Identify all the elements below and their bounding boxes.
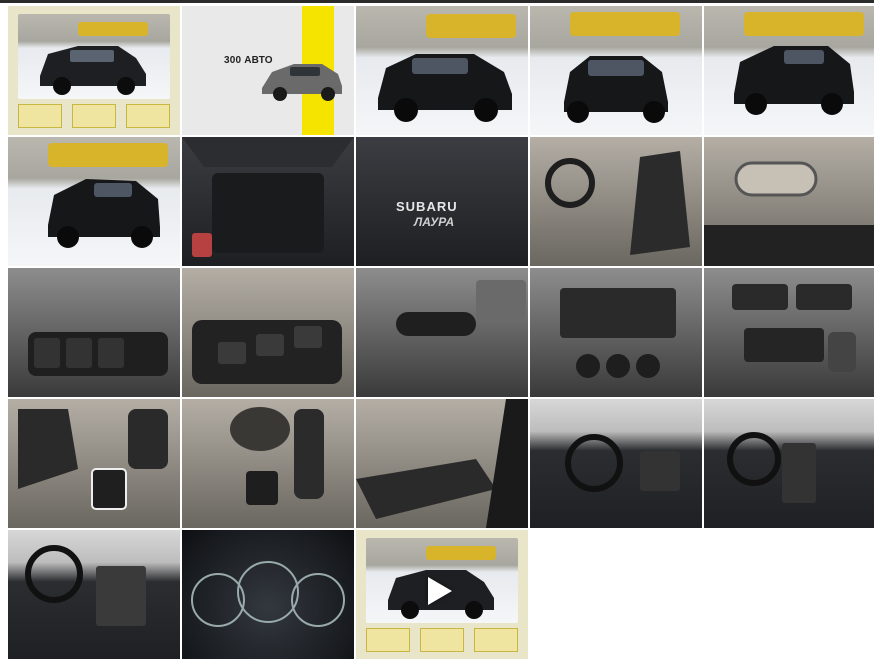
gallery-tile-4[interactable] — [530, 6, 702, 135]
gallery-tile-23[interactable] — [356, 530, 528, 659]
footer-badge-1 — [18, 104, 62, 128]
gallery-tile-21[interactable] — [8, 530, 180, 659]
gallery-tile-10[interactable] — [704, 137, 874, 266]
play-icon[interactable] — [428, 577, 452, 605]
footer-badge-3 — [126, 104, 170, 128]
top-bar — [0, 0, 874, 3]
gallery-tile-19[interactable] — [530, 399, 702, 528]
gallery-tile-3[interactable] — [356, 6, 528, 135]
brand-badge: SUBARU — [396, 199, 458, 214]
gallery-tile-7[interactable] — [182, 137, 354, 266]
footer-badge-1 — [366, 628, 410, 652]
gallery-tile-22[interactable] — [182, 530, 354, 659]
gallery-tile-1[interactable] — [8, 6, 180, 135]
gallery-tile-18[interactable] — [356, 399, 528, 528]
footer-badge-3 — [474, 628, 518, 652]
cupholder-icon — [230, 407, 324, 505]
footer-badge-2 — [72, 104, 116, 128]
gear-lever-icon — [18, 409, 168, 510]
car-icon — [48, 143, 168, 248]
switch-panel-icon — [28, 332, 168, 376]
radio-icon — [560, 288, 676, 378]
stalk-icon — [396, 280, 526, 336]
dealer-badge: ЛАУРА — [414, 215, 455, 229]
gallery-tile-5[interactable] — [704, 6, 874, 135]
window-switch-icon — [192, 320, 342, 384]
gallery-tile-15[interactable] — [704, 268, 874, 397]
footer-badge-2 — [420, 628, 464, 652]
gallery-tile-6[interactable] — [8, 137, 180, 266]
gallery-tile-12[interactable] — [182, 268, 354, 397]
gallery-tile-8[interactable]: SUBARU ЛАУРА — [356, 137, 528, 266]
car-icon — [378, 14, 516, 122]
framed-photo — [18, 14, 170, 99]
steering-wheel-icon — [727, 432, 816, 503]
gallery-tile-16[interactable] — [8, 399, 180, 528]
car-icon — [40, 22, 148, 95]
console-icon — [732, 284, 856, 372]
gauge-icon — [191, 561, 345, 627]
car-icon — [564, 12, 680, 123]
gallery-tile-13[interactable] — [356, 268, 528, 397]
steering-wheel-icon — [25, 545, 146, 626]
car-icon — [734, 12, 864, 115]
trunk-icon — [182, 137, 354, 257]
seat-icon — [545, 151, 690, 255]
gallery-tile-17[interactable] — [182, 399, 354, 528]
gallery-tile-20[interactable] — [704, 399, 874, 528]
photo-grid: 300 АВТО SUBARU ЛАУРА — [8, 6, 874, 659]
door-panel-icon — [356, 399, 528, 528]
car-icon — [262, 64, 342, 101]
door-handle-icon — [704, 161, 874, 266]
gallery-tile-2[interactable]: 300 АВТО — [182, 6, 354, 135]
promo-footer — [366, 628, 518, 652]
promo-footer — [18, 104, 170, 128]
steering-wheel-icon — [565, 434, 680, 492]
gallery-tile-9[interactable] — [530, 137, 702, 266]
gallery-tile-11[interactable] — [8, 268, 180, 397]
gallery-tile-14[interactable] — [530, 268, 702, 397]
